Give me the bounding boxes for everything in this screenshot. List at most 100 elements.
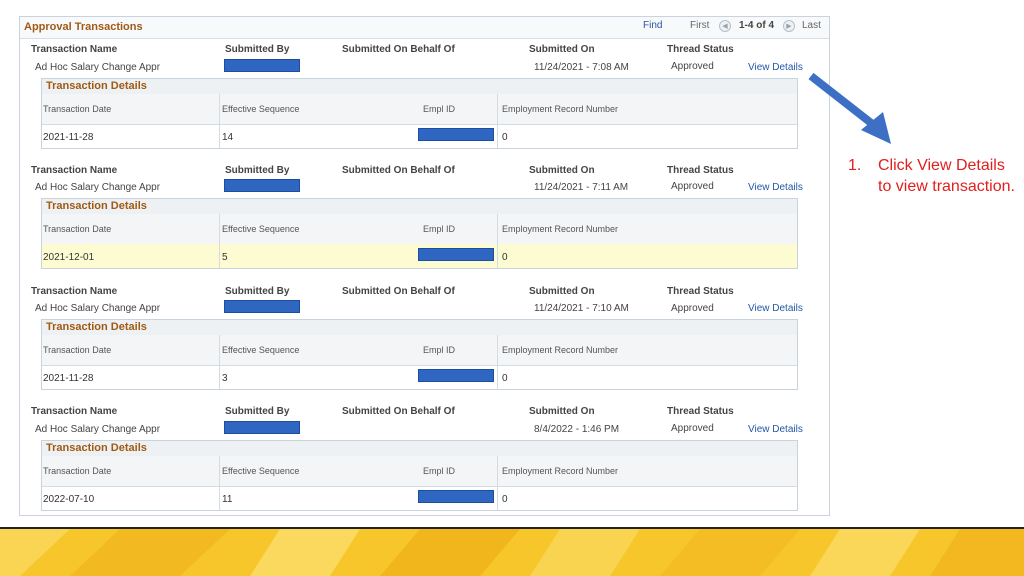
col-employment-record-number: Employment Record Number (502, 224, 619, 234)
submitted-on-behalf-of-label: Submitted On Behalf Of (342, 406, 455, 417)
view-details-link[interactable]: View Details (748, 182, 803, 193)
submitted-by-label: Submitted By (225, 286, 290, 297)
submitted-by-redacted (224, 59, 300, 72)
col-empl-id: Empl ID (423, 345, 456, 355)
thread-status-value: Approved (671, 181, 714, 192)
submitted-on-behalf-of-label: Submitted On Behalf Of (342, 286, 455, 297)
transaction-block: Transaction Name Submitted By Submitted … (20, 285, 829, 405)
col-empl-id: Empl ID (423, 224, 456, 234)
details-column-header: Transaction Date Effective Sequence Empl… (42, 456, 797, 487)
table-row: 2022-07-10 11 0 (42, 486, 797, 510)
empl-id-redacted (418, 369, 494, 382)
col-employment-record-number: Employment Record Number (502, 104, 619, 114)
find-link[interactable]: Find (643, 20, 662, 31)
submitted-on-value: 11/24/2021 - 7:11 AM (534, 182, 629, 193)
instruction-number: 1. (848, 157, 862, 174)
prev-arrow-icon[interactable]: ◀ (719, 20, 731, 32)
thread-status-label: Thread Status (667, 44, 734, 55)
transaction-name-label: Transaction Name (31, 44, 118, 55)
transaction-name-value: Ad Hoc Salary Change Appr (35, 182, 161, 193)
transaction-block: Transaction Name Submitted By Submitted … (20, 43, 829, 163)
employment-record-number-value: 0 (502, 252, 508, 263)
thread-status-value: Approved (671, 303, 714, 314)
submitted-by-redacted (224, 179, 300, 192)
table-row: 2021-12-01 5 0 (42, 244, 797, 268)
col-employment-record-number: Employment Record Number (502, 345, 619, 355)
col-effective-sequence: Effective Sequence (222, 345, 300, 355)
submitted-by-label: Submitted By (225, 406, 290, 417)
approval-transactions-panel: Approval Transactions Find First ◀ 1-4 o… (19, 16, 830, 516)
last-label: Last (802, 20, 821, 31)
submitted-by-redacted (224, 421, 300, 434)
view-details-link[interactable]: View Details (748, 303, 803, 314)
decorative-footer (0, 529, 1024, 576)
effective-sequence-value: 3 (222, 373, 228, 384)
col-transaction-date: Transaction Date (43, 345, 112, 355)
details-column-header: Transaction Date Effective Sequence Empl… (42, 214, 797, 245)
transaction-block: Transaction Name Submitted By Submitted … (20, 164, 829, 284)
thread-status-value: Approved (671, 423, 714, 434)
details-header: Transaction Details (42, 441, 797, 457)
transaction-name-label: Transaction Name (31, 406, 118, 417)
employment-record-number-value: 0 (502, 132, 508, 143)
details-title: Transaction Details (46, 80, 147, 92)
panel-title: Approval Transactions (24, 21, 143, 33)
employment-record-number-value: 0 (502, 373, 508, 384)
thread-status-label: Thread Status (667, 286, 734, 297)
submitted-by-label: Submitted By (225, 44, 290, 55)
transaction-date-value: 2021-12-01 (43, 252, 95, 263)
table-row: 2021-11-28 3 0 (42, 365, 797, 389)
submitted-on-label: Submitted On (529, 406, 595, 417)
col-effective-sequence: Effective Sequence (222, 104, 300, 114)
submitted-on-value: 11/24/2021 - 7:10 AM (534, 303, 629, 314)
submitted-on-label: Submitted On (529, 165, 595, 176)
row-range-label: 1-4 of 4 (739, 20, 775, 31)
employment-record-number-value: 0 (502, 494, 508, 505)
thread-status-value: Approved (671, 61, 714, 72)
details-column-header: Transaction Date Effective Sequence Empl… (42, 335, 797, 366)
details-header: Transaction Details (42, 199, 797, 215)
pointer-arrow-icon (808, 72, 891, 144)
submitted-by-label: Submitted By (225, 165, 290, 176)
thread-status-label: Thread Status (667, 406, 734, 417)
panel-header: Approval Transactions Find First ◀ 1-4 o… (20, 17, 829, 39)
submitted-by-redacted (224, 300, 300, 313)
view-details-link[interactable]: View Details (748, 62, 803, 73)
effective-sequence-value: 11 (222, 494, 233, 505)
empl-id-redacted (418, 248, 494, 261)
col-empl-id: Empl ID (423, 466, 456, 476)
submitted-on-behalf-of-label: Submitted On Behalf Of (342, 165, 455, 176)
col-effective-sequence: Effective Sequence (222, 224, 300, 234)
empl-id-redacted (418, 128, 494, 141)
col-empl-id: Empl ID (423, 104, 456, 114)
transaction-name-value: Ad Hoc Salary Change Appr (35, 303, 161, 314)
col-employment-record-number: Employment Record Number (502, 466, 619, 476)
transaction-details-grid: Transaction Details Transaction Date Eff… (41, 319, 798, 390)
transaction-block: Transaction Name Submitted By Submitted … (20, 405, 829, 525)
transaction-name-label: Transaction Name (31, 286, 118, 297)
transaction-details-grid: Transaction Details Transaction Date Eff… (41, 78, 798, 149)
details-header: Transaction Details (42, 320, 797, 336)
view-details-link[interactable]: View Details (748, 424, 803, 435)
submitted-on-value: 8/4/2022 - 1:46 PM (534, 424, 620, 435)
transaction-date-value: 2022-07-10 (43, 494, 95, 505)
instruction-text: Click View Details to view transaction. (878, 157, 1015, 195)
transaction-details-grid: Transaction Details Transaction Date Eff… (41, 198, 798, 269)
col-transaction-date: Transaction Date (43, 466, 112, 476)
transaction-name-value: Ad Hoc Salary Change Appr (35, 424, 161, 435)
col-transaction-date: Transaction Date (43, 104, 112, 114)
next-arrow-icon[interactable]: ▶ (783, 20, 795, 32)
details-column-header: Transaction Date Effective Sequence Empl… (42, 94, 797, 125)
details-title: Transaction Details (46, 200, 147, 212)
table-row: 2021-11-28 14 0 (42, 124, 797, 148)
effective-sequence-value: 14 (222, 132, 234, 143)
details-title: Transaction Details (46, 442, 147, 454)
submitted-on-behalf-of-label: Submitted On Behalf Of (342, 44, 455, 55)
transaction-date-value: 2021-11-28 (43, 132, 94, 143)
col-effective-sequence: Effective Sequence (222, 466, 300, 476)
transaction-date-value: 2021-11-28 (43, 373, 94, 384)
first-label: First (690, 20, 710, 31)
transaction-name-label: Transaction Name (31, 165, 118, 176)
col-transaction-date: Transaction Date (43, 224, 112, 234)
submitted-on-label: Submitted On (529, 44, 595, 55)
